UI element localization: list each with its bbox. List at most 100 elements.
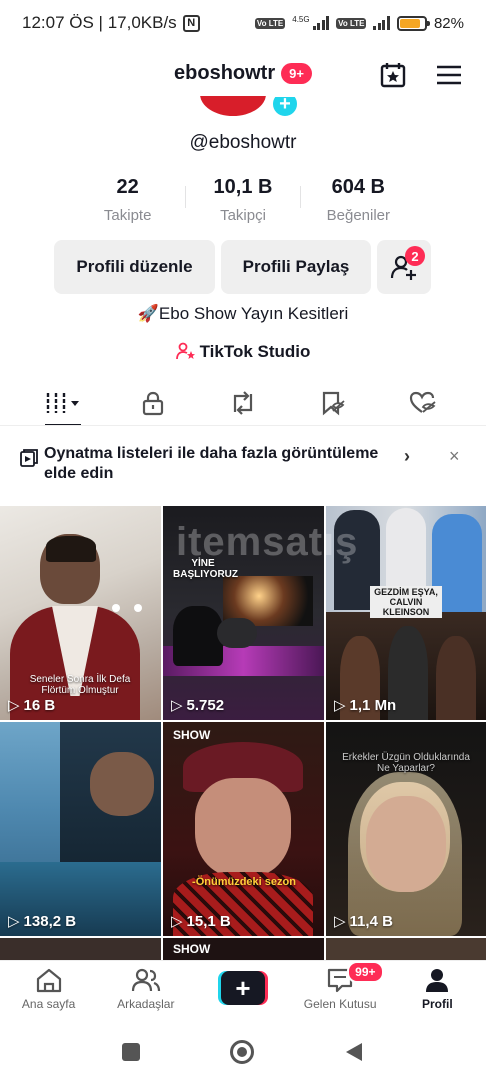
view-count: 138,2 B [23,912,77,930]
nav-label: Arkadaşlar [117,997,175,1011]
tab-reposts[interactable] [213,380,273,426]
signal-icon [312,16,330,30]
nfc-icon: N [182,14,200,32]
avatar[interactable] [200,96,266,118]
content-tabs [0,380,486,426]
nav-friends[interactable]: Arkadaşlar [101,967,191,1011]
divider [185,186,187,208]
playlist-banner[interactable]: Oynatma listeleri ile daha fazla görüntü… [0,436,486,500]
back-icon[interactable] [344,1041,364,1063]
play-icon: ▷ [171,697,183,714]
profile-actions: Profili düzenle Profili Paylaş 2 [54,240,431,294]
video-caption: GEZDİM EŞYA, CALVIN KLEINSON [370,586,442,618]
nav-label: Gelen Kutusu [303,997,377,1011]
tab-private[interactable] [123,380,183,426]
network-type: 4.5G [292,14,310,24]
tiktok-studio-link[interactable]: TikTok Studio [0,342,486,362]
tab-favorites[interactable] [303,380,363,426]
profile-handle: @eboshowtr [189,132,297,153]
tab-videos[interactable] [33,380,93,426]
video-views: ▷ 11,4 B [334,912,393,931]
video-caption: Erkekler Üzgün Olduklarında Ne Yaparlar? [342,752,470,774]
signal-icon-2 [373,16,390,30]
watermark: itemsatış [176,520,359,564]
video-thumbnail[interactable] [0,938,161,960]
notification-badge: 9+ [281,63,312,84]
video-thumbnail[interactable]: Seneler Sonra İlk Defa Flörtüm Olmuştur … [0,506,161,720]
playlist-banner-text: Oynatma listeleri ile daha fazla görüntü… [44,445,379,482]
avatar-add-icon[interactable]: + [270,97,300,119]
create-button[interactable]: + [198,967,288,1005]
nav-inbox[interactable]: 99+ Gelen Kutusu [295,961,385,1011]
video-views: ▷ 138,2 B [8,912,77,931]
tabs-divider [0,425,486,426]
stat-likes[interactable]: 604 B Beğeniler [301,176,416,224]
plus-icon: + [217,971,268,1005]
add-friends-button[interactable]: 2 [377,240,431,294]
view-count: 15,1 B [186,912,231,930]
share-profile-button[interactable]: Profili Paylaş [221,240,371,294]
page-title[interactable]: eboshowtr [174,62,275,85]
video-thumbnail[interactable]: ▷ 138,2 B [0,722,161,936]
volte-icon-2: Vo LTE [336,17,367,29]
tab-liked[interactable] [393,380,453,426]
video-views: ▷ 16 B [8,696,56,715]
view-count: 5.752 [186,696,225,714]
profile-header: eboshowtr 9+ [0,52,486,98]
grid-bars-icon [46,393,79,413]
profile-stats: 22 Takipte 10,1 B Takipçi 604 B Beğenile… [70,176,416,224]
play-icon: ▷ [334,697,346,714]
profile-bio: 🚀Ebo Show Yayın Kesitleri [137,304,349,323]
studio-label: TikTok Studio [199,342,311,361]
profile-icon [426,969,449,992]
stat-label: Takipçi [220,207,266,224]
video-views: ▷ 1,1 Mn [334,696,397,715]
stat-following[interactable]: 22 Takipte [70,176,185,224]
system-navigation [0,1024,486,1080]
bottom-navigation: Ana sayfa Arkadaşlar + 99+ Gelen Kutusu … [0,960,486,1022]
battery-percent: 82% [433,14,464,32]
nav-label: Profil [422,997,453,1011]
video-caption: Seneler Sonra İlk Defa Flörtüm Olmuştur [29,674,131,696]
heart-hidden-icon [409,391,436,413]
recent-apps-icon[interactable] [122,1043,140,1061]
video-tag: SHOW [173,728,211,742]
video-views: ▷ 5.752 [171,696,225,715]
play-icon: ▷ [8,697,20,714]
stat-label: Takipte [103,207,152,224]
close-icon[interactable]: × [449,446,460,467]
volte-icon: Vo LTE [254,17,286,29]
stat-value: 22 [116,176,139,198]
calendar-star-icon[interactable] [378,60,408,90]
video-thumbnail[interactable]: SHOW [163,938,324,960]
video-views: ▷ 15,1 B [171,912,231,931]
nav-home[interactable]: Ana sayfa [4,967,94,1011]
nav-label: Ana sayfa [21,997,76,1011]
status-bar: 12:07 ÖS | 17,0KB/s N Vo LTE 4.5G Vo LTE… [0,0,486,46]
video-thumbnail[interactable]: SHOW -Önümüzdeki sezon ▷ 15,1 B [163,722,324,936]
view-count: 16 B [23,696,56,714]
home-icon [36,968,61,993]
view-count: 1,1 Mn [349,696,397,714]
status-time-network: 12:07 ÖS | 17,0KB/s [22,13,177,32]
video-tag-partial: SHOW [173,942,211,956]
play-icon: ▷ [8,913,20,930]
stat-value: 604 B [331,176,385,198]
video-thumbnail[interactable]: Erkekler Üzgün Olduklarında Ne Yaparlar?… [326,722,486,936]
view-count: 11,4 B [349,912,393,930]
stat-label: Beğeniler [326,207,391,224]
hamburger-menu-icon[interactable] [434,60,464,90]
play-icon: ▷ [171,913,183,930]
chevron-right-icon[interactable]: › [404,446,410,467]
play-icon: ▷ [334,913,346,930]
bookmark-hidden-icon [322,391,345,416]
video-thumbnail[interactable] [326,938,486,960]
lock-icon [142,391,164,416]
video-caption: -Önümüzdeki sezon [192,876,296,888]
edit-profile-button[interactable]: Profili düzenle [54,240,215,294]
home-button-icon[interactable] [230,1040,254,1064]
stat-value: 10,1 B [213,176,273,198]
stat-followers[interactable]: 10,1 B Takipçi [185,176,301,224]
repost-icon [233,391,253,415]
nav-profile[interactable]: Profil [392,967,482,1011]
